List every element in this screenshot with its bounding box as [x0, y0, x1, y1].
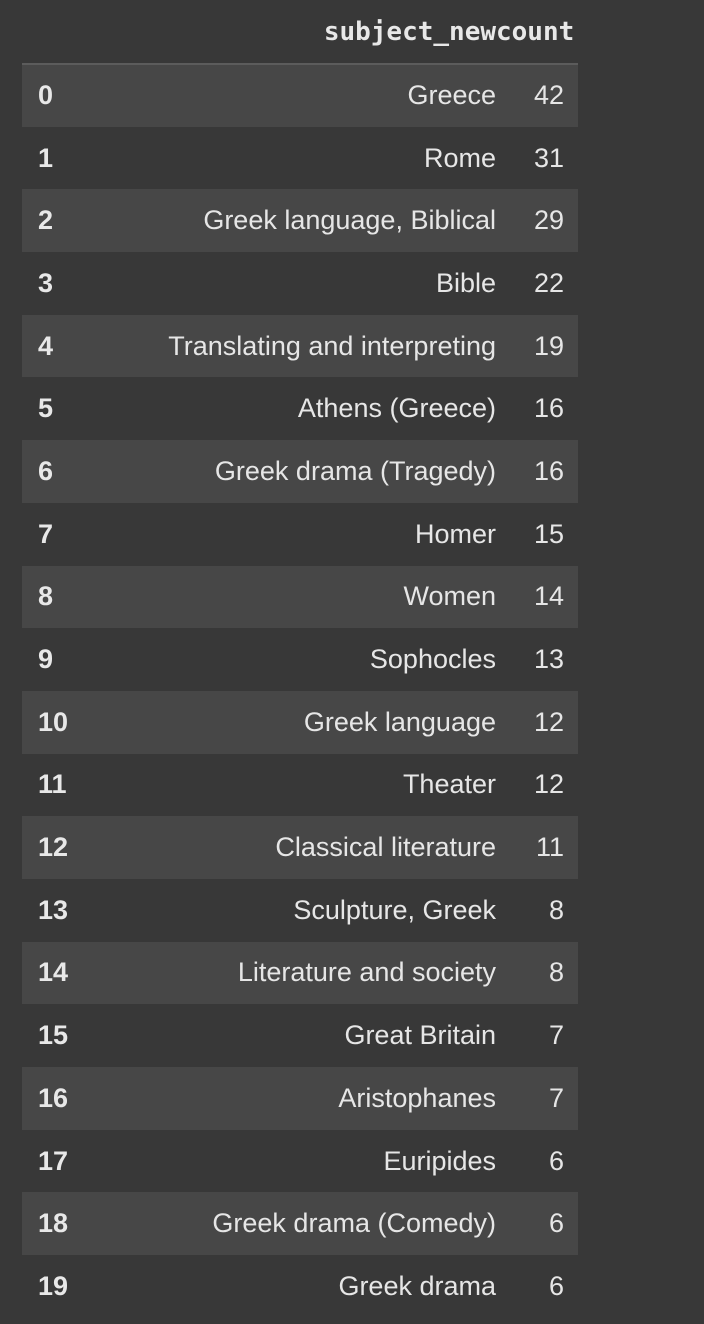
cell-subject-new: Theater	[402, 769, 496, 800]
table-row: 6 Greek drama (Tragedy) 16	[22, 440, 578, 503]
cell-count: 6	[548, 1145, 564, 1176]
cell-subject-new: Greece	[407, 80, 496, 111]
cell-subject-new: Translating and interpreting	[168, 330, 496, 361]
table-row: 15 Great Britain 7	[22, 1004, 578, 1067]
row-index: 15	[38, 1020, 69, 1051]
cell-count: 31	[533, 142, 564, 173]
table-header: subject_new count	[22, 0, 578, 65]
cell-subject-new: Great Britain	[344, 1020, 496, 1051]
row-index: 4	[38, 330, 54, 361]
table-row: 3 Bible 22	[22, 252, 578, 315]
table-row: 2 Greek language, Biblical 29	[22, 189, 578, 253]
cell-count: 7	[548, 1082, 564, 1113]
cell-count: 42	[533, 80, 564, 111]
cell-count: 6	[548, 1270, 564, 1301]
table-row: 9 Sophocles 13	[22, 628, 578, 691]
cell-subject-new: Euripides	[383, 1145, 496, 1176]
row-index: 6	[38, 455, 54, 486]
row-index: 0	[38, 80, 54, 111]
column-header-subject-new: subject_new	[80, 0, 496, 65]
row-index: 18	[38, 1208, 69, 1239]
header-row: subject_new count	[22, 0, 578, 65]
cell-count: 7	[548, 1020, 564, 1051]
cell-subject-new: Bible	[435, 267, 496, 298]
table-row: 18 Greek drama (Comedy) 6	[22, 1192, 578, 1256]
cell-count: 15	[533, 518, 564, 549]
table-row: 17 Euripides 6	[22, 1129, 578, 1193]
row-index: 1	[38, 142, 54, 173]
cell-count: 14	[533, 581, 564, 612]
cell-subject-new: Homer	[414, 518, 496, 549]
cell-count: 16	[533, 393, 564, 424]
cell-count: 19	[533, 330, 564, 361]
table-row: 0 Greece 42	[22, 64, 578, 127]
table-row: 10 Greek language 12	[22, 690, 578, 754]
row-index: 19	[38, 1270, 69, 1301]
cell-count: 29	[533, 205, 564, 236]
dataframe-output: subject_new count 0 Greece 42 1 Rome 31 2 Greek…	[22, 0, 578, 1318]
table-row: 16 Aristophanes 7	[22, 1067, 578, 1130]
cell-count: 22	[533, 267, 564, 298]
table-body: 0 Greece 42 1 Rome 31 2 Greek language, Biblica…	[22, 64, 578, 1318]
row-index: 10	[38, 706, 69, 737]
cell-subject-new: Greek drama	[338, 1270, 496, 1301]
cell-count: 8	[548, 894, 564, 925]
cell-subject-new: Athens (Greece)	[297, 393, 496, 424]
cell-count: 8	[548, 957, 564, 988]
row-index: 5	[38, 393, 54, 424]
table-row: 19 Greek drama 6	[22, 1255, 578, 1318]
cell-count: 16	[533, 455, 564, 486]
row-index: 17	[38, 1145, 69, 1176]
table-row: 13 Sculpture, Greek 8	[22, 878, 578, 942]
table-row: 12 Classical literature 11	[22, 816, 578, 879]
column-header-count: count	[496, 0, 578, 65]
row-index: 12	[38, 832, 69, 863]
table-row: 8 Women 14	[22, 565, 578, 629]
cell-subject-new: Greek language	[303, 706, 496, 737]
row-index: 9	[38, 644, 54, 675]
table-row: 7 Homer 15	[22, 502, 578, 566]
row-index: 11	[38, 769, 67, 800]
cell-subject-new: Literature and society	[237, 957, 496, 988]
cell-subject-new: Sophocles	[369, 644, 496, 675]
cell-count: 12	[533, 769, 564, 800]
cell-subject-new: Greek language, Biblical	[203, 205, 496, 236]
cell-subject-new: Sculpture, Greek	[293, 894, 496, 925]
table-row: 5 Athens (Greece) 16	[22, 377, 578, 441]
table-row: 11 Theater 12	[22, 753, 578, 817]
dataframe-table: subject_new count 0 Greece 42 1 Rome 31 2 Greek…	[22, 0, 578, 1318]
cell-count: 11	[535, 832, 564, 863]
row-index: 7	[38, 518, 54, 549]
row-index: 14	[38, 957, 69, 988]
cell-count: 12	[533, 706, 564, 737]
row-index: 3	[38, 267, 54, 298]
cell-subject-new: Aristophanes	[338, 1082, 496, 1113]
table-row: 1 Rome 31	[22, 126, 578, 190]
cell-subject-new: Greek drama (Tragedy)	[214, 455, 496, 486]
row-index: 2	[38, 205, 54, 236]
table-row: 14 Literature and society 8	[22, 941, 578, 1005]
cell-subject-new: Women	[403, 581, 496, 612]
cell-subject-new: Greek drama (Comedy)	[212, 1208, 496, 1239]
cell-subject-new: Classical literature	[275, 832, 496, 863]
row-index: 13	[38, 894, 69, 925]
index-header	[22, 0, 80, 65]
cell-subject-new: Rome	[423, 142, 496, 173]
table-row: 4 Translating and interpreting 19	[22, 314, 578, 378]
cell-count: 13	[533, 644, 564, 675]
row-index: 16	[38, 1082, 69, 1113]
cell-count: 6	[548, 1208, 564, 1239]
row-index: 8	[38, 581, 54, 612]
